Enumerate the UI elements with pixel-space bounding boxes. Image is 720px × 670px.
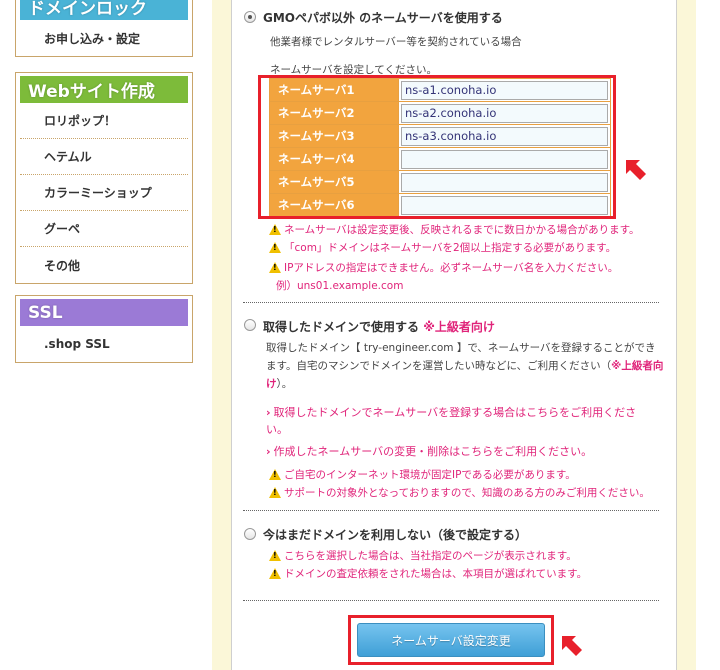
warning-icon [269, 242, 281, 253]
sidebar-item-lolipop[interactable]: ロリポップ！ [20, 103, 188, 139]
divider [243, 510, 659, 511]
warning-icon [269, 487, 281, 498]
sidebar-item-heteml[interactable]: ヘテムル [20, 139, 188, 175]
arrow-right-icon: › [266, 445, 271, 458]
option-own-domain-desc-1: 取得したドメイン【 try-engineer.com 】で、ネームサーバを登録す… [266, 342, 656, 354]
change-nameserver-button[interactable]: ネームサーバ設定変更 [357, 623, 545, 657]
divider [243, 600, 659, 601]
later-note-page: こちらを選択した場合は、当社指定のページが表示されます。 [269, 548, 577, 563]
option-own-domain-title: 取得したドメインで使用する ※上級者向け [263, 320, 495, 334]
warning-icon [269, 550, 281, 561]
advanced-tag: ※上級者向け [423, 320, 495, 334]
option-other-ns-title: GMOペパボ以外 のネームサーバを使用する [263, 11, 503, 25]
ns-note-ip: IPアドレスの指定はできません。必ずネームサーバ名を入力ください。 [269, 260, 618, 275]
edit-ns-link[interactable]: › 作成したネームサーバの変更・削除はこちらをご利用ください。 [266, 443, 592, 459]
ns-note-delay: ネームサーバは設定変更後、反映されるまでに数日かかる場合があります。 [269, 222, 640, 237]
own-domain-note-ip: ご自宅のインターネット環境が固定IPである必要があります。 [269, 467, 576, 482]
sidebar-item-goope[interactable]: グーペ [20, 211, 188, 247]
warning-icon [269, 469, 281, 480]
later-note-appraisal: ドメインの査定依頼をされた場合は、本項目が選ばれています。 [269, 566, 587, 581]
warning-icon [269, 224, 281, 235]
own-domain-note-support: サポートの対象外となっておりますので、知識のある方のみご利用ください。 [269, 485, 650, 500]
option-own-domain-desc-2: ます。自宅のマシンでドメインを運営したい時などに、ご利用ください（※上級者向 [266, 360, 664, 372]
ns-example: 例）uns01.example.com [276, 280, 404, 292]
option-own-domain-desc-3: け）。 [266, 378, 293, 390]
sidebar-item-shop-ssl[interactable]: .shop SSL [20, 326, 188, 362]
sidebar-heading-website: Webサイト作成 [20, 76, 188, 103]
sidebar-item-other[interactable]: その他 [20, 247, 188, 283]
radio-option-other-ns[interactable] [244, 11, 256, 23]
radio-option-own-domain[interactable] [244, 319, 256, 331]
arrow-right-icon: › [266, 406, 271, 419]
red-arrow-icon [626, 160, 646, 180]
option-later-title: 今はまだドメインを利用しない（後で設定する） [263, 528, 528, 542]
ns-note-com: 「com」ドメインはネームサーバを2個以上指定する必要があります。 [269, 240, 616, 255]
divider [243, 302, 659, 303]
sidebar-item-apply-settings[interactable]: お申し込み・設定 [20, 20, 188, 56]
warning-icon [269, 568, 281, 579]
register-ns-link-cont[interactable]: い。 [266, 421, 288, 437]
sidebar-heading-domain-lock: ドメインロック [20, 0, 188, 20]
red-arrow-icon [562, 636, 582, 656]
nameserver-highlight-box [258, 75, 616, 219]
sidebar-domain-lock: ドメインロック お申し込み・設定 [15, 0, 193, 57]
register-ns-link[interactable]: › 取得したドメインでネームサーバを登録する場合はこちらをご利用くださ [266, 404, 636, 420]
sidebar-ssl: SSL .shop SSL [15, 295, 193, 363]
sidebar-item-colorme[interactable]: カラーミーショップ [20, 175, 188, 211]
radio-option-later[interactable] [244, 528, 256, 540]
sidebar-website: Webサイト作成 ロリポップ！ ヘテムル カラーミーショップ グーペ その他 [15, 72, 193, 284]
option-other-ns-desc: 他業者様でレンタルサーバー等を契約されている場合 [270, 36, 522, 48]
warning-icon [269, 262, 281, 273]
sidebar-heading-ssl: SSL [20, 299, 188, 326]
